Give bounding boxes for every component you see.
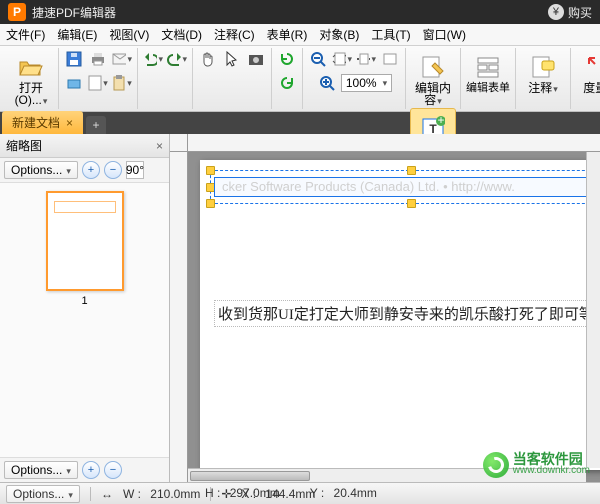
edit-content-button[interactable]: 编辑内容▾ (410, 48, 456, 108)
panel-zoom-out-footer-icon[interactable]: − (104, 461, 122, 479)
page-height: H : 297.0mm (205, 486, 280, 500)
zoom-in-icon[interactable] (316, 72, 338, 94)
undo-icon[interactable]: ▾ (142, 48, 164, 70)
resize-handle[interactable] (206, 166, 215, 175)
measure-icon (584, 53, 600, 81)
scrollbar-thumb[interactable] (190, 471, 310, 481)
menu-window[interactable]: 窗口(W) (423, 26, 466, 43)
select-tool-icon[interactable] (221, 48, 243, 70)
save-icon[interactable] (63, 48, 85, 70)
edit-form-icon (474, 53, 502, 81)
hand-tool-icon[interactable] (197, 48, 219, 70)
titlebar: P 捷速PDF编辑器 ¥ 购买 (0, 0, 600, 24)
clipboard-icon[interactable]: ▾ (111, 72, 133, 94)
panel-options-footer-button[interactable]: Options... ▾ (4, 461, 78, 479)
fit-page-icon[interactable]: ▾ (331, 48, 353, 70)
menu-form[interactable]: 表单(R) (267, 26, 308, 43)
page[interactable]: cker Software Products (Canada) Ltd. • h… (200, 160, 600, 470)
redo-icon[interactable]: ▾ (166, 48, 188, 70)
menu-edit[interactable]: 编辑(E) (57, 26, 97, 43)
actual-size-icon[interactable] (379, 48, 401, 70)
site-url: www.downkr.com (513, 465, 590, 477)
measure-button[interactable]: 度量▾ (575, 48, 600, 108)
close-tab-icon[interactable]: × (66, 116, 73, 130)
site-name: 当客软件园 (513, 453, 590, 465)
thumbnail-page-number: 1 (81, 295, 87, 307)
menu-tool[interactable]: 工具(T) (371, 26, 410, 43)
body-text[interactable]: 收到货那UI定打定大师到静安寺来的凯乐酸打死了即可等哈说 (214, 300, 600, 327)
menu-view[interactable]: 视图(V) (109, 26, 149, 43)
panel-title: 缩略图 (6, 137, 42, 154)
site-logo-icon (483, 452, 509, 478)
menu-object[interactable]: 对象(B) (319, 26, 359, 43)
resize-handle[interactable] (407, 199, 416, 208)
menu-document[interactable]: 文档(D) (161, 26, 202, 43)
folder-open-icon (17, 53, 45, 81)
workspace: 缩略图 × Options... ▾ + − 90° 1 Options... … (0, 134, 600, 482)
blank-page-icon[interactable]: ▾ (87, 72, 109, 94)
panel-zoom-in-icon[interactable]: + (82, 161, 100, 179)
app-title: 捷速PDF编辑器 (32, 4, 548, 21)
canvas[interactable]: cker Software Products (Canada) Ltd. • h… (170, 134, 600, 482)
resize-handle[interactable] (407, 166, 416, 175)
app-logo: P (8, 3, 26, 21)
menubar: 文件(F) 编辑(E) 视图(V) 文档(D) 注释(C) 表单(R) 对象(B… (0, 24, 600, 46)
add-tab-button[interactable]: + (86, 116, 106, 134)
thumbnails-panel: 缩略图 × Options... ▾ + − 90° 1 Options... … (0, 134, 170, 482)
panel-rotate-button[interactable]: 90° (126, 161, 144, 179)
watermark-text: cker Software Products (Canada) Ltd. • h… (222, 179, 515, 194)
ruler-horizontal (188, 134, 600, 152)
edit-form-button[interactable]: 编辑表单 (465, 48, 511, 108)
scan-icon[interactable] (63, 72, 85, 94)
cursor-y: Y : 20.4mm (310, 486, 377, 500)
fit-width-icon[interactable]: ▾ (355, 48, 377, 70)
ruler-vertical (170, 152, 188, 482)
currency-icon[interactable]: ¥ (548, 4, 564, 20)
page-thumbnail[interactable] (46, 191, 124, 291)
resize-handle[interactable] (206, 199, 215, 208)
buy-link[interactable]: 购买 (568, 4, 592, 21)
document-tabstrip: 新建文档 × + (0, 112, 600, 134)
vertical-scrollbar[interactable] (586, 152, 600, 468)
zoom-select[interactable]: 100%▾ (341, 74, 392, 92)
rotate-ccw-icon[interactable] (276, 48, 298, 70)
annotate-button[interactable]: 注释▾ (520, 48, 566, 108)
page-size-icon: ↔ (101, 487, 113, 501)
site-watermark: 当客软件园 www.downkr.com (483, 452, 590, 478)
doc-tab[interactable]: 新建文档 × (2, 111, 83, 134)
close-panel-icon[interactable]: × (156, 139, 163, 153)
panel-zoom-in-footer-icon[interactable]: + (82, 461, 100, 479)
zoom-out-icon[interactable] (307, 48, 329, 70)
panel-options-button[interactable]: Options... ▾ (4, 161, 78, 179)
annotate-icon (529, 53, 557, 81)
email-icon[interactable]: ▾ (111, 48, 133, 70)
menu-file[interactable]: 文件(F) (6, 26, 45, 43)
rotate-cw-icon[interactable] (276, 72, 298, 94)
menu-annotate[interactable]: 注释(C) (214, 26, 255, 43)
snapshot-icon[interactable] (245, 48, 267, 70)
svg-text:+: + (437, 115, 444, 127)
ribbon: 打开(O)...▾ ▾ ▾ ▾ ▾ ▾ (0, 46, 600, 112)
print-icon[interactable] (87, 48, 109, 70)
page-width: W : 210.0mm (123, 487, 200, 501)
open-button[interactable]: 打开(O)...▾ (8, 48, 54, 108)
edit-content-icon (419, 53, 447, 81)
ruler-corner (170, 134, 188, 152)
status-options-button[interactable]: Options... ▾ (6, 485, 80, 503)
panel-zoom-out-icon[interactable]: − (104, 161, 122, 179)
tab-label: 新建文档 (12, 114, 60, 131)
